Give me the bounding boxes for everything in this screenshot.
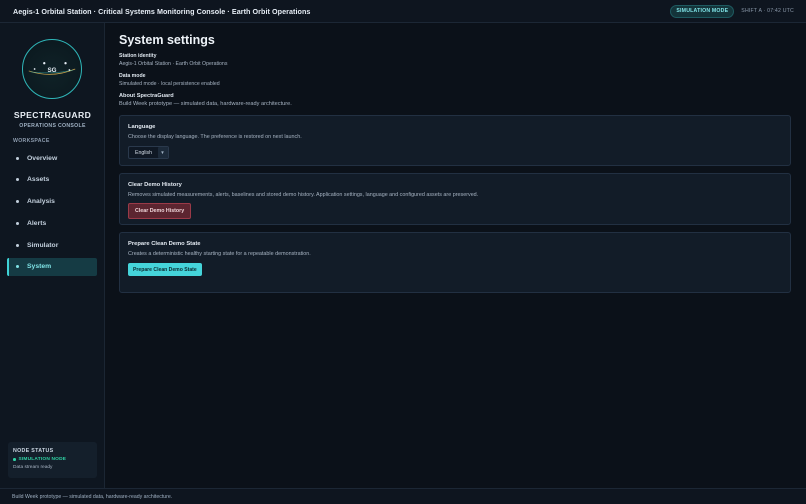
sidebar-item-analysis[interactable]: Analysis [7, 193, 97, 211]
node-status-title: NODE STATUS [13, 448, 54, 454]
clear-demo-history-button[interactable]: Clear Demo History [128, 203, 192, 219]
sidebar-item-alerts[interactable]: Alerts [7, 214, 97, 232]
station-identity-value: Aegis-1 Orbital Station · Earth Orbit Op… [119, 61, 228, 67]
sidebar-nav: Overview Assets Analysis Alerts Simulato… [7, 149, 97, 280]
node-status-panel: NODE STATUS SIMULATION NODE Data stream … [8, 442, 97, 478]
node-status-mode: SIMULATION NODE [13, 457, 92, 462]
language-card-description: Choose the display language. The prefere… [128, 134, 302, 140]
main-content: System settings Station identity Aegis-1… [106, 23, 806, 488]
sidebar-item-overview[interactable]: Overview [7, 149, 97, 167]
bullet-icon [16, 243, 19, 247]
brand-subtitle: OPERATIONS CONSOLE [19, 123, 86, 129]
sidebar-item-label: Analysis [27, 198, 55, 206]
footer-text: Build Week prototype — simulated data, h… [12, 493, 173, 500]
language-select-value: English [135, 149, 153, 156]
page-title: System settings [119, 33, 215, 47]
brand-name: SPECTRAGUARD [13, 110, 92, 120]
sidebar-item-label: Alerts [27, 219, 47, 227]
sidebar-item-label: Overview [27, 154, 58, 162]
bullet-icon [16, 265, 19, 269]
station-identity: Station identity Aegis-1 Orbital Station… [119, 53, 227, 67]
clear-history-card: Clear Demo History Removes simulated mea… [119, 173, 791, 225]
prepare-clean-state-title: Prepare Clean Demo State [128, 241, 201, 247]
about-value: Build Week prototype — simulated data, h… [119, 101, 292, 107]
bullet-icon [16, 221, 19, 225]
bullet-icon [16, 156, 19, 160]
language-card-title: Language [128, 124, 156, 130]
satellite-logo-icon: SG [28, 62, 76, 75]
prepare-clean-state-description: Creates a deterministic healthy starting… [128, 251, 311, 257]
prepare-clean-state-card: Prepare Clean Demo State Creates a deter… [119, 232, 791, 293]
sidebar-item-label: System [27, 263, 52, 271]
language-card: Language Choose the display language. Th… [119, 115, 791, 166]
simulation-mode-badge: SIMULATION MODE [670, 4, 735, 18]
app-title: Aegis-1 Orbital Station · Critical Syste… [13, 6, 311, 16]
status-dot-icon [13, 458, 16, 461]
top-bar-right: SIMULATION MODE SHIFT A · 07:42 UTC [670, 4, 794, 18]
workspace-section-label: WORKSPACE [13, 138, 50, 144]
clear-history-description: Removes simulated measurements, alerts, … [128, 192, 479, 198]
footer: Build Week prototype — simulated data, h… [0, 488, 806, 504]
sidebar-item-label: Simulator [27, 241, 59, 249]
bullet-icon [16, 178, 19, 182]
sidebar-item-label: Assets [27, 176, 50, 184]
node-status-detail: Data stream ready [13, 465, 53, 470]
chevron-down-icon: ▼ [157, 147, 168, 158]
data-mode-value: Simulated mode · local persistence enabl… [119, 81, 220, 87]
about-label: About SpectraGuard [119, 93, 174, 99]
sidebar: SG SPECTRAGUARD OPERATIONS CONSOLE WORKS… [0, 23, 105, 488]
sidebar-item-system[interactable]: System [7, 257, 97, 276]
language-select[interactable]: English ▼ [128, 146, 169, 159]
data-mode-label: Data mode [119, 73, 146, 79]
brand-logo: SG [22, 39, 82, 99]
sidebar-item-simulator[interactable]: Simulator [7, 236, 97, 254]
top-bar: Aegis-1 Orbital Station · Critical Syste… [0, 0, 806, 23]
about-section: About SpectraGuard Build Week prototype … [119, 93, 292, 107]
sidebar-item-assets[interactable]: Assets [7, 171, 97, 189]
clear-history-title: Clear Demo History [128, 182, 182, 188]
node-status-mode-label: SIMULATION NODE [18, 457, 67, 462]
bullet-icon [16, 200, 19, 204]
station-identity-label: Station identity [119, 53, 157, 59]
data-mode: Data mode Simulated mode · local persist… [119, 73, 220, 87]
prepare-clean-demo-state-button[interactable]: Prepare Clean Demo State [128, 263, 202, 276]
svg-text:SG: SG [47, 67, 56, 74]
shift-clock: SHIFT A · 07:42 UTC [741, 8, 794, 14]
